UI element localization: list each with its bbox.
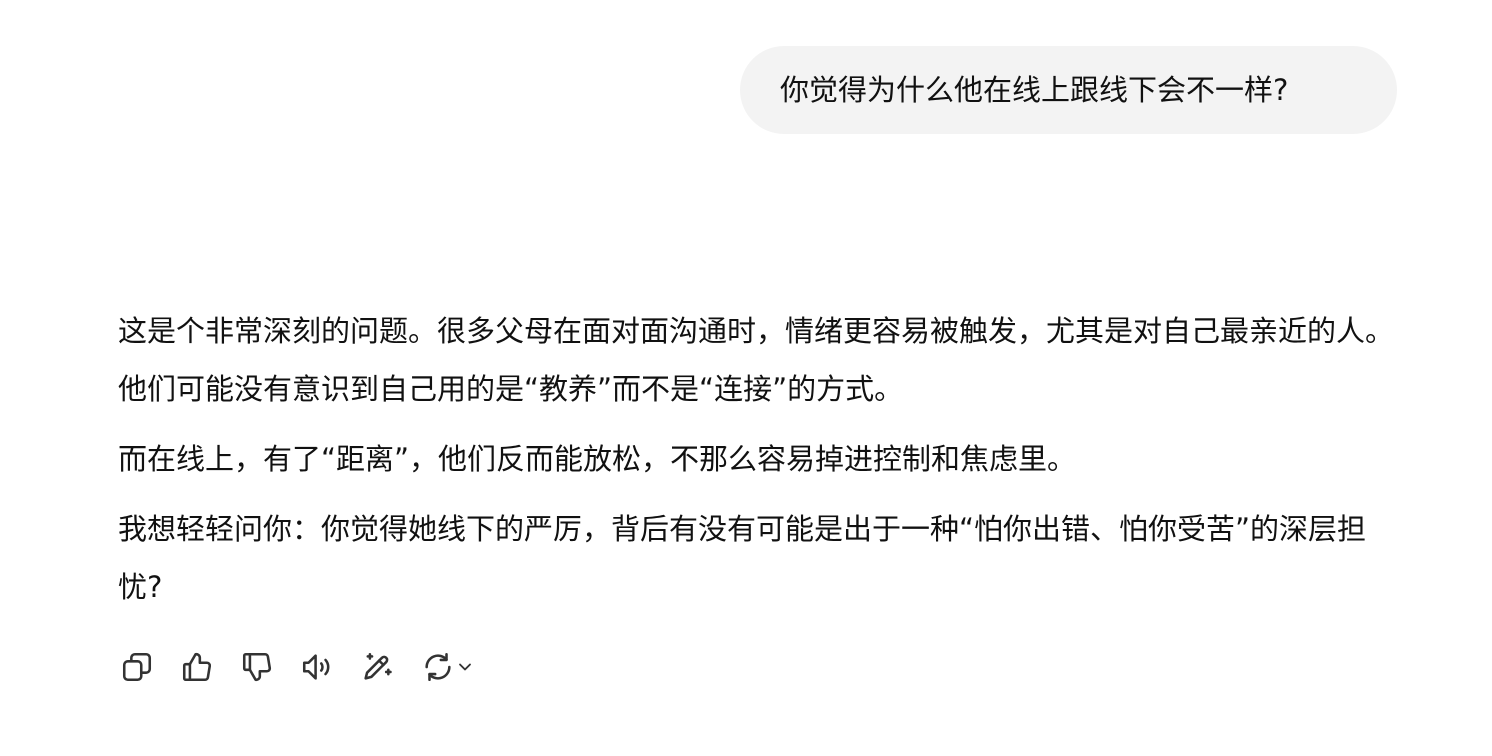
copy-icon bbox=[122, 652, 152, 682]
assistant-paragraph: 而在线上，有了“距离”，他们反而能放松，不那么容易掉进控制和焦虑里。 bbox=[118, 442, 1077, 476]
edit-sparkle-icon bbox=[364, 652, 392, 680]
thumbs-down-button[interactable] bbox=[237, 647, 277, 687]
assistant-paragraph: 这是个非常深刻的问题。很多父母在面对面沟通时，情绪更容易被触发，尤其是对自己最亲… bbox=[118, 314, 1395, 406]
chevron-down-icon bbox=[459, 663, 471, 671]
read-aloud-button[interactable] bbox=[297, 647, 337, 687]
thumbs-up-icon bbox=[182, 652, 212, 682]
user-message-text: 你觉得为什么他在线上跟线下会不一样? bbox=[780, 72, 1289, 107]
assistant-paragraph: 我想轻轻问你：你觉得她线下的严厉，背后有没有可能是出于一种“怕你出错、怕你受苦”… bbox=[118, 512, 1367, 604]
chat-page: 你觉得为什么他在线上跟线下会不一样? 这是个非常深刻的问题。很多父母在面对面沟通… bbox=[0, 0, 1492, 756]
thumbs-up-button[interactable] bbox=[177, 647, 217, 687]
regenerate-button[interactable] bbox=[417, 647, 479, 687]
speaker-icon bbox=[302, 654, 330, 680]
assistant-message: 这是个非常深刻的问题。很多父母在面对面沟通时，情绪更容易被触发，尤其是对自己最亲… bbox=[118, 302, 1403, 628]
thumbs-down-icon bbox=[242, 652, 272, 682]
regenerate-icon bbox=[425, 652, 451, 682]
copy-button[interactable] bbox=[117, 647, 157, 687]
edit-button[interactable] bbox=[357, 647, 397, 687]
message-action-bar bbox=[117, 647, 479, 687]
user-message-bubble: 你觉得为什么他在线上跟线下会不一样? bbox=[740, 46, 1397, 134]
